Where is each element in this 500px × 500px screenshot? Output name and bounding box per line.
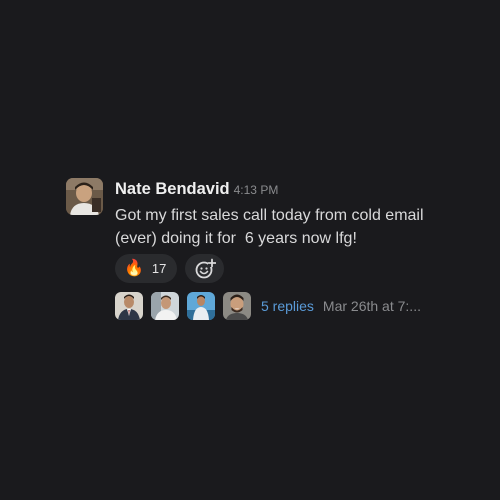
thread-participant-avatar[interactable] bbox=[187, 292, 215, 320]
add-reaction-button[interactable] bbox=[185, 254, 225, 283]
last-reply-timestamp: Mar 26th at 7:... bbox=[322, 298, 421, 314]
reactions-bar: 🔥 17 bbox=[115, 254, 225, 283]
sender-avatar[interactable] bbox=[66, 178, 103, 215]
reaction-fire[interactable]: 🔥 17 bbox=[115, 254, 178, 283]
thread-participant-avatar[interactable] bbox=[223, 292, 251, 320]
message-header: Nate Bendavid 4:13 PM bbox=[115, 178, 485, 200]
thread-participant-avatar[interactable] bbox=[115, 292, 143, 320]
reaction-count: 17 bbox=[151, 261, 167, 276]
fire-emoji-icon: 🔥 bbox=[124, 259, 144, 277]
thread-summary[interactable]: 5 replies Mar 26th at 7:... bbox=[115, 292, 421, 320]
thread-participant-avatar[interactable] bbox=[151, 292, 179, 320]
message-timestamp[interactable]: 4:13 PM bbox=[234, 183, 279, 197]
message-content: Nate Bendavid 4:13 PM Got my first sales … bbox=[115, 178, 485, 250]
sender-name[interactable]: Nate Bendavid bbox=[115, 180, 230, 198]
add-reaction-smiley-icon bbox=[195, 258, 216, 278]
replies-link[interactable]: 5 replies bbox=[261, 298, 314, 314]
message-text: Got my first sales call today from cold … bbox=[115, 207, 428, 247]
